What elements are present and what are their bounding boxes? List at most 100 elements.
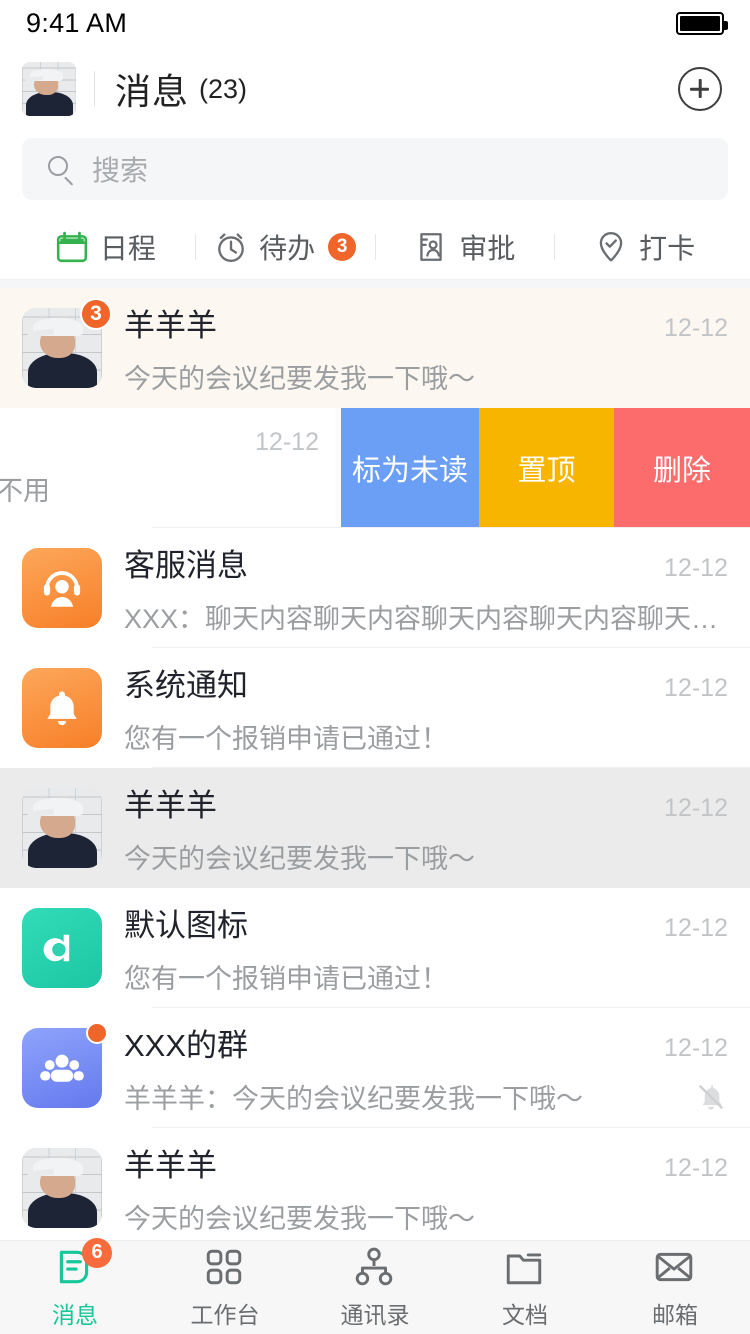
unread-badge: 3	[80, 298, 112, 330]
quick-action-label: 打卡	[639, 232, 696, 264]
conversation-preview: 您有一个报销申请已通过！	[124, 724, 448, 754]
conversation-name: 客服消息	[124, 548, 248, 583]
default-app-icon	[22, 908, 102, 988]
conversation-preview: 您有一个报销申请已通过！	[124, 964, 448, 994]
conversation-time: 12-12	[664, 1154, 728, 1182]
mark-unread-button[interactable]: 标为未读	[341, 408, 479, 528]
quick-action-label: 待办	[259, 232, 316, 264]
header-left: 消息 (23)	[22, 62, 247, 116]
avatar-wrap	[22, 548, 102, 628]
conversation-name: 默认图标	[124, 908, 248, 943]
conversation-time: 12-12	[664, 914, 728, 942]
messages-badge: 6	[82, 1237, 112, 1268]
row-content: 系统通知 12-12 您有一个报销申请已通过！	[124, 660, 728, 756]
conversation-preview: 今天的会议纪要发我一下哦～	[124, 1204, 475, 1234]
header-divider	[94, 71, 95, 107]
plus-circle-icon[interactable]	[678, 67, 722, 111]
conversation-preview: 今天的会议纪要发我一下哦～	[124, 364, 475, 394]
conversation-time: 12-12	[664, 554, 728, 582]
row-content: 客服消息 12-12 XXX：聊天内容聊天内容聊天内容聊天内容聊天内容…	[124, 540, 728, 636]
conversation-row[interactable]: 羊羊羊 12-12 今天的会议纪要发我一下哦～	[0, 768, 750, 888]
avatar-wrap	[22, 908, 102, 988]
tab-contacts[interactable]: 通讯录	[300, 1246, 450, 1330]
conversation-row[interactable]: 系统通知 12-12 您有一个报销申请已通过！	[0, 648, 750, 768]
row-content: 默认图标 12-12 您有一个报销申请已通过！	[124, 900, 728, 996]
avatar-wrap	[22, 788, 102, 868]
row-content: 羊羊羊 12-12 今天的会议纪要发我一下哦～	[124, 780, 728, 876]
swiped-conversation-row[interactable]: 12-12 时不用 标为未读 置顶 删除	[0, 408, 750, 528]
conversation-time: 12-12	[664, 1034, 728, 1062]
delete-button[interactable]: 删除	[614, 408, 750, 528]
swipe-action-buttons: 标为未读 置顶 删除	[341, 408, 750, 528]
status-indicators	[676, 11, 728, 35]
app-screen: 9:41 AM 消息 (23) 搜索 日程 待办 3 审批 打卡 3 羊羊羊 1…	[0, 0, 750, 1334]
folder-icon	[506, 1252, 542, 1284]
row-content: XXX的群 12-12 羊羊羊：今天的会议纪要发我一下哦～	[124, 1020, 728, 1116]
avatar[interactable]	[22, 62, 76, 116]
tab-label: 消息	[52, 1301, 98, 1328]
page-title: 消息	[115, 71, 190, 112]
avatar-wrap	[22, 668, 102, 748]
conversation-row[interactable]: 默认图标 12-12 您有一个报销申请已通过！	[0, 888, 750, 1008]
todo-badge: 3	[328, 232, 357, 261]
conversation-name: 系统通知	[124, 668, 248, 703]
conversation-name: XXX的群	[124, 1028, 249, 1063]
search-area: 搜索	[0, 132, 750, 214]
quick-action-approval[interactable]: 审批	[376, 227, 555, 267]
conversation-row[interactable]: 3 羊羊羊 12-12 今天的会议纪要发我一下哦～	[0, 288, 750, 408]
swiped-row-content: 12-12 时不用	[0, 408, 341, 528]
tab-messages[interactable]: 6 消息	[0, 1237, 150, 1330]
tab-label: 通讯录	[340, 1301, 410, 1328]
tab-label: 邮箱	[652, 1301, 698, 1328]
conversation-name: 羊羊羊	[124, 1148, 217, 1183]
approval-document-icon	[420, 232, 443, 261]
conversation-name: 羊羊羊	[124, 788, 217, 823]
quick-action-schedule[interactable]: 日程	[16, 227, 195, 267]
user-avatar	[22, 788, 102, 868]
pin-top-button[interactable]: 置顶	[479, 408, 614, 528]
conversation-time: 12-12	[664, 794, 728, 822]
conversation-time: 12-12	[664, 314, 728, 342]
quick-action-label: 审批	[459, 232, 516, 264]
org-chart-icon	[355, 1247, 393, 1285]
user-avatar	[22, 1148, 102, 1228]
status-bar: 9:41 AM	[0, 0, 750, 46]
row-content: 羊羊羊 12-12 今天的会议纪要发我一下哦～	[124, 300, 728, 396]
status-time: 9:41 AM	[26, 7, 128, 38]
avatar-wrap: 3	[22, 298, 112, 388]
quick-action-todo[interactable]: 待办 3	[196, 227, 375, 267]
bell-muted-icon	[699, 1084, 723, 1110]
tab-workbench[interactable]: 工作台	[150, 1246, 300, 1330]
avatar-wrap	[22, 1148, 102, 1228]
conversation-preview: XXX：聊天内容聊天内容聊天内容聊天内容聊天内容…	[124, 604, 728, 634]
conversation-time: 12-12	[255, 428, 319, 456]
battery-full-icon	[676, 11, 728, 35]
bottom-tab-bar: 6 消息 工作台 通讯录 文档 邮箱	[0, 1237, 750, 1334]
app-header: 消息 (23)	[0, 46, 750, 132]
list-top-gap	[0, 280, 750, 288]
search-input[interactable]: 搜索	[22, 138, 728, 200]
location-pin-check-icon	[599, 231, 623, 261]
search-placeholder: 搜索	[92, 155, 149, 186]
conversation-name: 羊羊羊	[124, 308, 217, 343]
conversation-preview: 羊羊羊：今天的会议纪要发我一下哦～	[124, 1084, 583, 1114]
conversation-row[interactable]: 羊羊羊 12-12 今天的会议纪要发我一下哦～	[0, 1128, 750, 1248]
tab-mailbox[interactable]: 邮箱	[600, 1246, 750, 1330]
conversation-preview: 时不用	[0, 476, 50, 506]
alarm-clock-icon	[218, 232, 244, 262]
grid-icon	[206, 1249, 242, 1284]
tab-label: 文档	[502, 1301, 548, 1328]
conversation-preview: 今天的会议纪要发我一下哦～	[124, 844, 475, 874]
tab-documents[interactable]: 文档	[450, 1246, 600, 1330]
quick-action-checkin[interactable]: 打卡	[555, 227, 734, 267]
conversation-row[interactable]: XXX的群 12-12 羊羊羊：今天的会议纪要发我一下哦～	[0, 1008, 750, 1128]
conversation-list: 3 羊羊羊 12-12 今天的会议纪要发我一下哦～ 12-12 不用 标为未读 …	[0, 288, 750, 1248]
avatar-wrap	[22, 1022, 108, 1108]
conversation-row[interactable]: 客服消息 12-12 XXX：聊天内容聊天内容聊天内容聊天内容聊天内容…	[0, 528, 750, 648]
customer-service-icon	[22, 548, 102, 628]
quick-action-label: 日程	[99, 232, 156, 264]
tab-label: 工作台	[190, 1301, 260, 1328]
search-icon	[46, 154, 76, 186]
row-content: 羊羊羊 12-12 今天的会议纪要发我一下哦～	[124, 1140, 728, 1236]
unread-dot-badge	[86, 1022, 108, 1044]
